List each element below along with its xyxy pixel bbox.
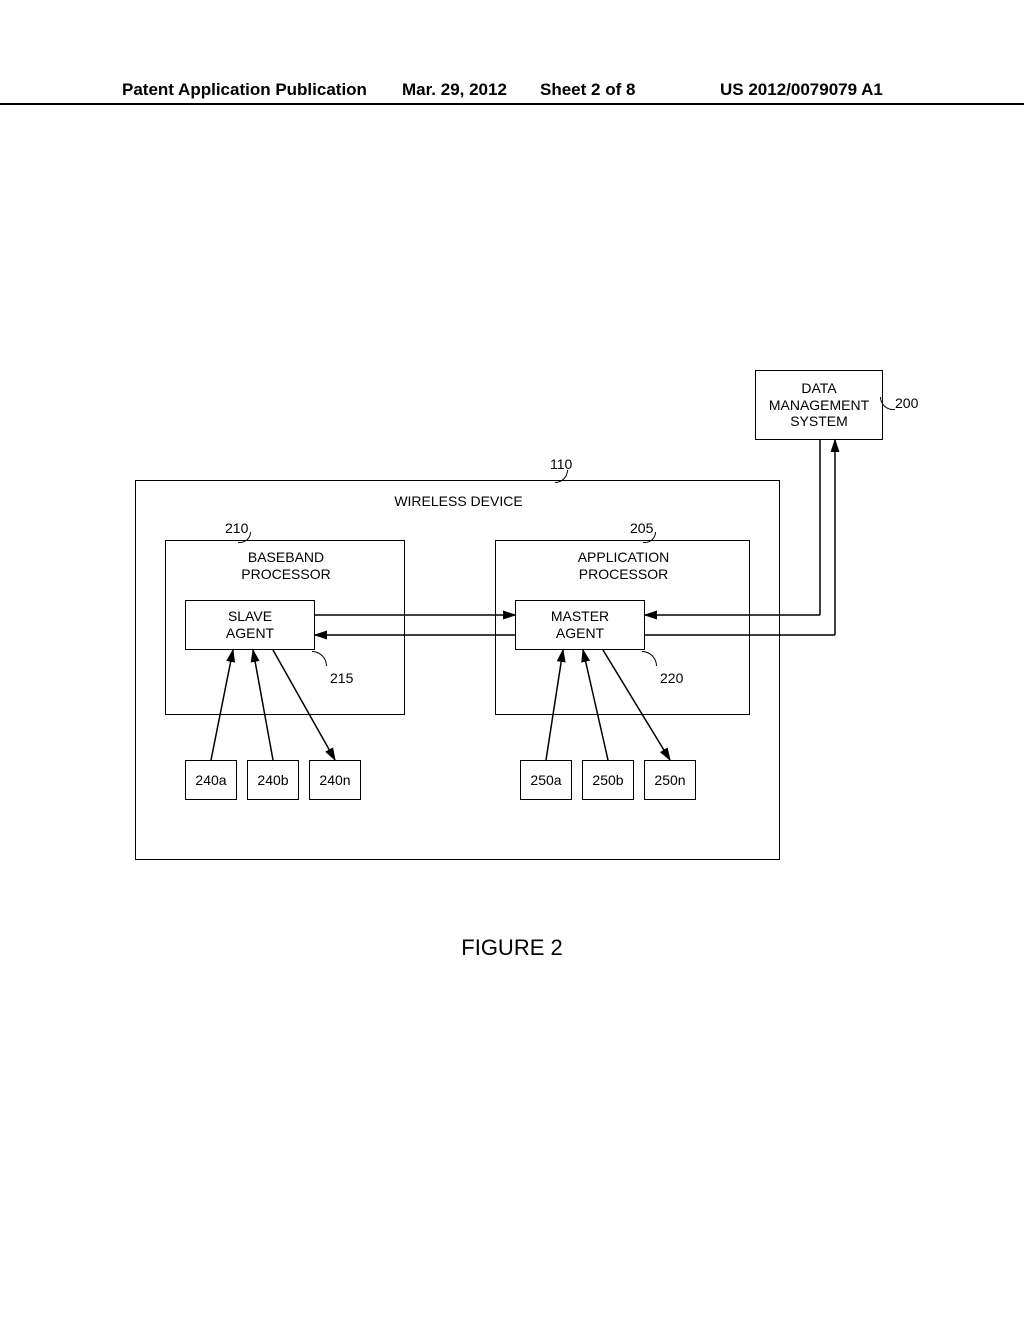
box-250a: 250a <box>520 760 572 800</box>
figure-caption: FIGURE 2 <box>0 935 1024 961</box>
header-date: Mar. 29, 2012 <box>402 80 507 100</box>
label-application-processor: APPLICATION PROCESSOR <box>496 549 751 583</box>
box-240b: 240b <box>247 760 299 800</box>
box-250n: 250n <box>644 760 696 800</box>
header-pubno: US 2012/0079079 A1 <box>720 80 883 100</box>
ref-220: 220 <box>660 670 683 686</box>
box-240n: 240n <box>309 760 361 800</box>
box-master-agent: MASTER AGENT <box>515 600 645 650</box>
header-publication: Patent Application Publication <box>122 80 367 100</box>
header-sheet: Sheet 2 of 8 <box>540 80 635 100</box>
header-rule <box>0 103 1024 105</box>
ref-200: 200 <box>895 395 918 411</box>
ref-215: 215 <box>330 670 353 686</box>
page: Patent Application Publication Mar. 29, … <box>0 0 1024 1320</box>
box-data-management-system: DATA MANAGEMENT SYSTEM <box>755 370 883 440</box>
box-slave-agent: SLAVE AGENT <box>185 600 315 650</box>
label-baseband-processor: BASEBAND PROCESSOR <box>166 549 406 583</box>
label-wireless-device: WIRELESS DEVICE <box>136 493 781 510</box>
box-240a: 240a <box>185 760 237 800</box>
box-250b: 250b <box>582 760 634 800</box>
